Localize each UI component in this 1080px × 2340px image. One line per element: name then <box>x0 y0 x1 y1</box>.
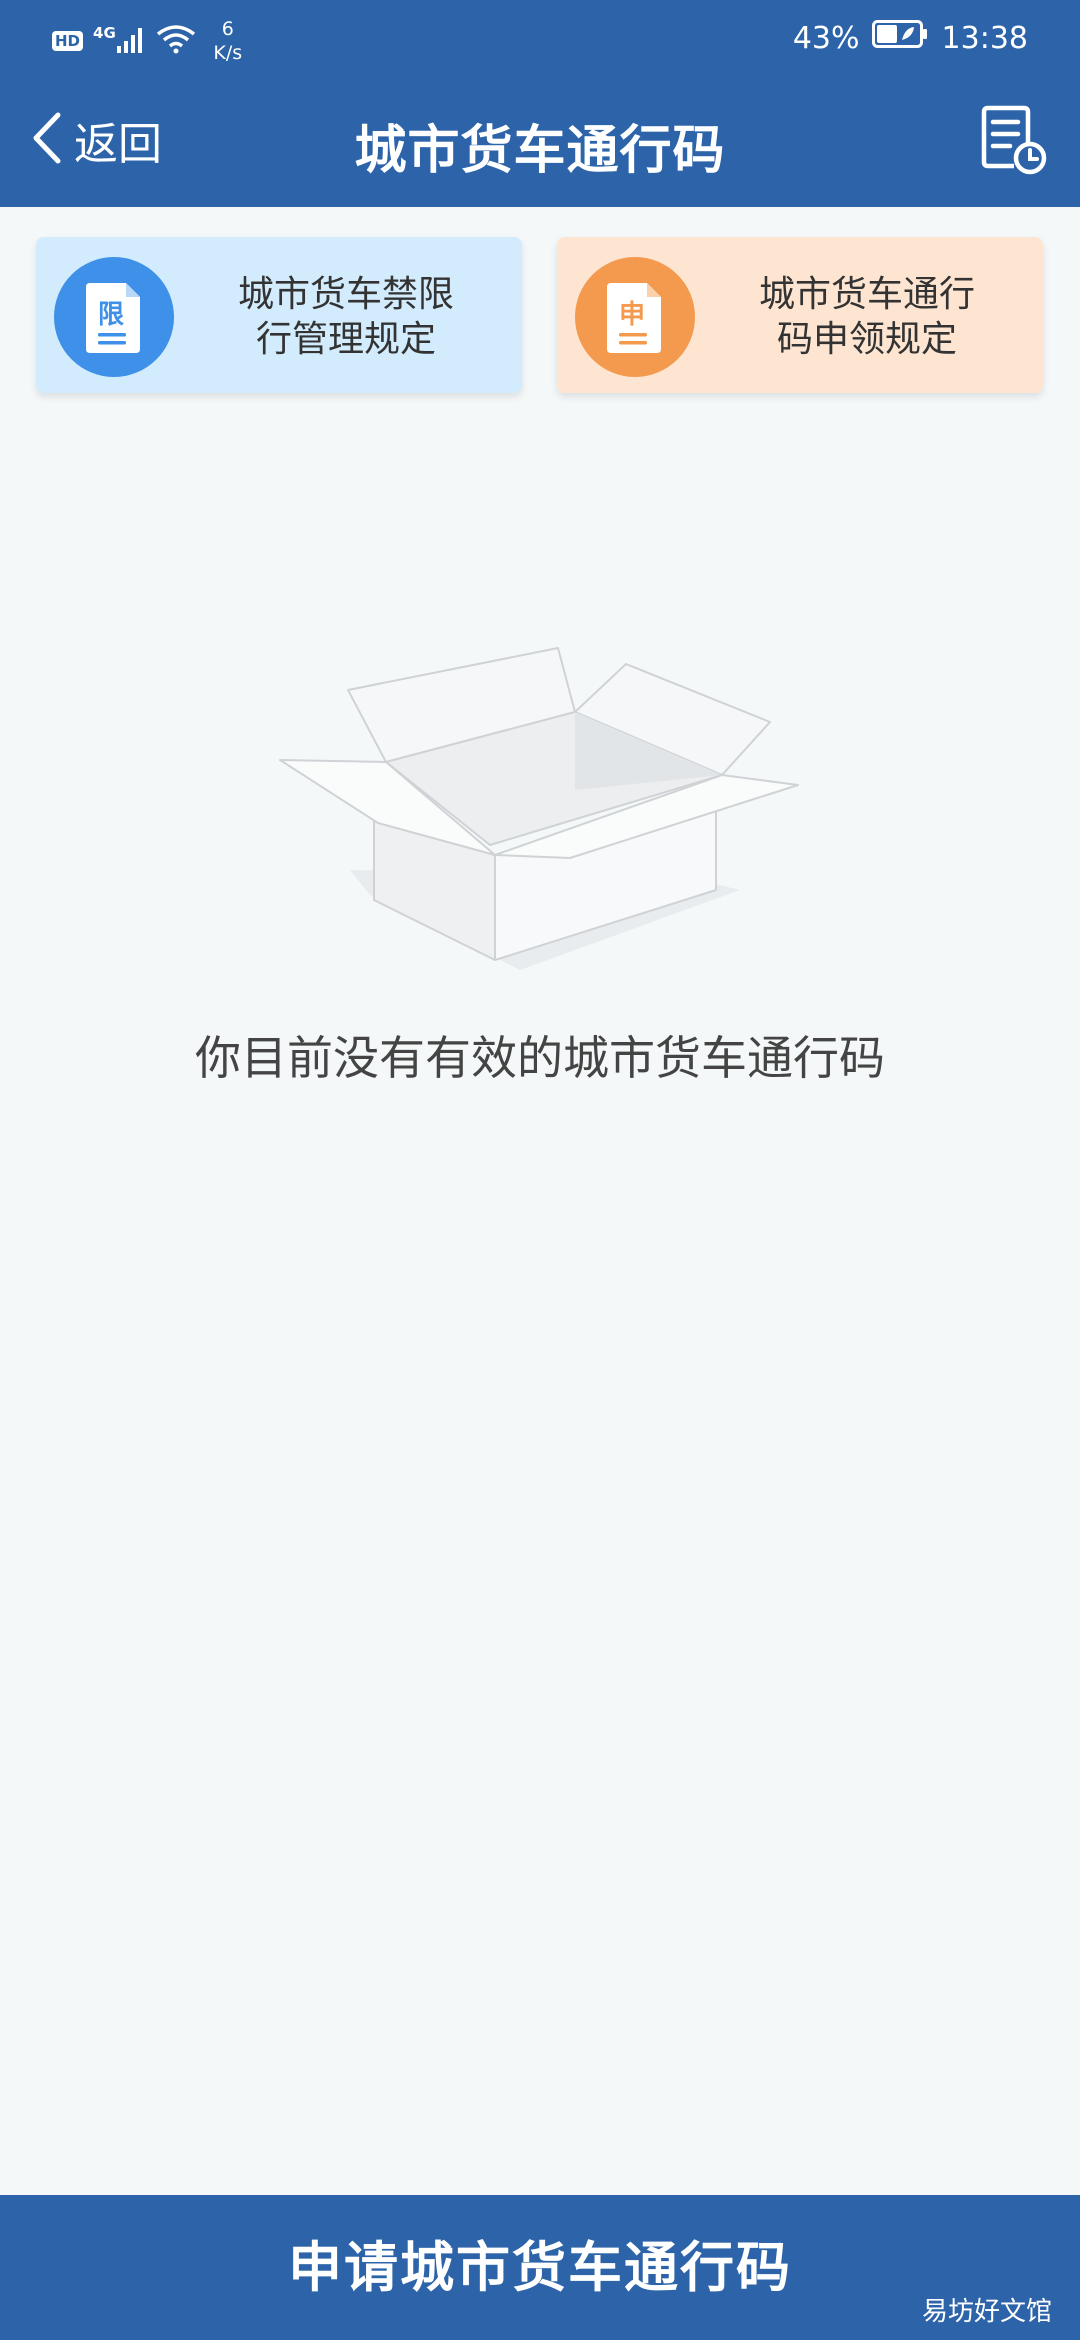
card-label-line2: 行管理规定 <box>255 319 436 360</box>
clock-time: 13:38 <box>941 20 1028 56</box>
card-label-line1: 城市货车通行 <box>758 274 975 315</box>
watermark: 易坊好文馆 <box>921 2297 1052 2327</box>
card-restriction-rules[interactable]: 限 城市货车禁限 行管理规定 <box>36 237 522 393</box>
app-header: HD 4G 6 K/s 43% 13:38 返回 城市货车通行码 <box>0 0 1080 207</box>
empty-state-message: 你目前没有有效的城市货车通行码 <box>195 1031 885 1085</box>
network-speed-value: 6 <box>221 18 234 40</box>
battery-icon <box>871 20 928 56</box>
card-application-rules[interactable]: 申 城市货车通行 码申领规定 <box>557 237 1043 393</box>
signal-icon <box>116 26 146 58</box>
card-badge-apply: 申 <box>619 300 645 330</box>
document-clock-icon <box>978 105 1050 180</box>
nav-bar: 返回 城市货车通行码 <box>0 72 1080 207</box>
card-label: 城市货车通行 码申领规定 <box>717 272 1017 362</box>
history-button[interactable] <box>978 104 1050 176</box>
page-title: 城市货车通行码 <box>354 121 726 181</box>
restriction-doc-icon: 限 <box>54 257 174 377</box>
hd-badge: HD <box>52 31 84 51</box>
network-speed: 6 K/s <box>208 17 248 65</box>
card-label-line1: 城市货车禁限 <box>237 274 454 315</box>
card-label-line2: 码申领规定 <box>776 319 957 360</box>
battery-percent: 43% <box>792 20 860 56</box>
apply-pass-button[interactable]: 申请城市货车通行码 <box>0 2195 1080 2340</box>
wifi-icon <box>156 24 196 58</box>
card-label: 城市货车禁限 行管理规定 <box>196 272 496 362</box>
empty-box-icon <box>270 640 810 980</box>
card-badge-restrict: 限 <box>98 300 124 330</box>
status-bar: HD 4G 6 K/s 43% 13:38 <box>0 0 1080 72</box>
application-doc-icon: 申 <box>575 257 695 377</box>
network-type: 4G <box>93 24 116 42</box>
status-left: HD 4G 6 K/s <box>52 16 248 66</box>
network-speed-unit: K/s <box>213 42 243 64</box>
status-right: 43% 13:38 <box>793 18 1028 58</box>
